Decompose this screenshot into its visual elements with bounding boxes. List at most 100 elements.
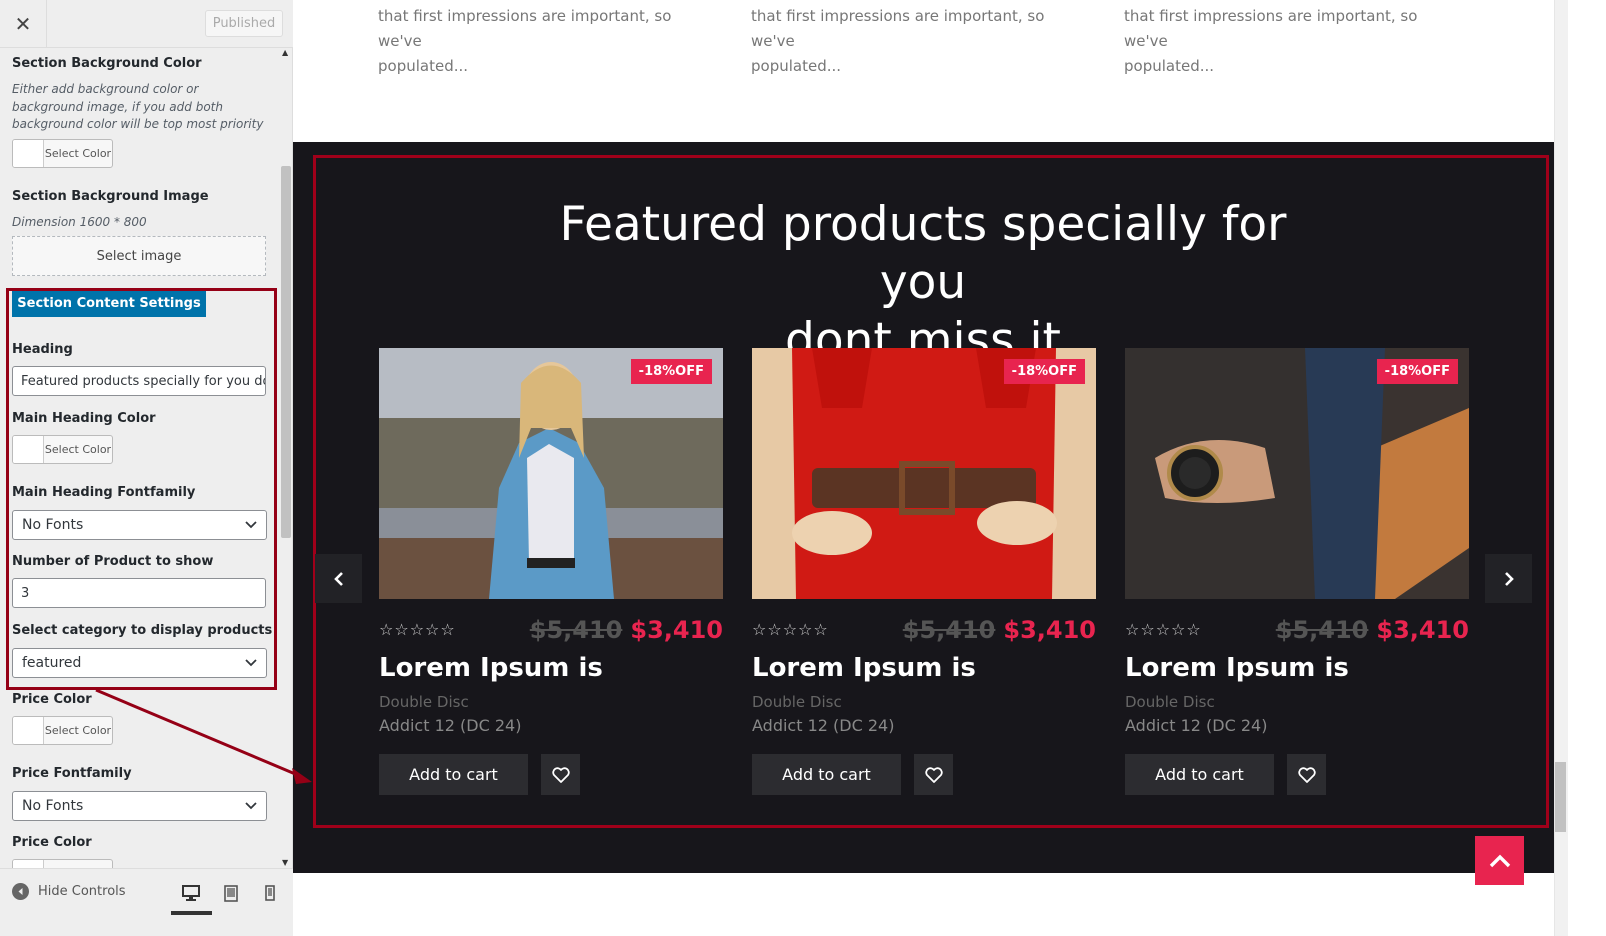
- teaser-text: that first impressions are important, so…: [1124, 7, 1418, 50]
- product-category: Double Disc: [379, 693, 469, 711]
- star-rating: ☆☆☆☆☆: [1125, 620, 1202, 639]
- carousel-prev-button[interactable]: [315, 554, 362, 603]
- chevron-down-icon: [245, 521, 257, 529]
- section-content-settings-tab[interactable]: Section Content Settings: [12, 290, 206, 317]
- select-color-label: Select Color: [44, 724, 112, 737]
- heading-input[interactable]: Featured products specially for you dont…: [12, 366, 266, 396]
- close-button[interactable]: ✕: [0, 0, 47, 48]
- heart-icon: [1297, 766, 1316, 783]
- price-color-title: Price Color: [12, 692, 92, 707]
- bg-color-picker-button[interactable]: Select Color: [12, 139, 113, 168]
- color-swatch: [13, 140, 44, 167]
- chevron-down-icon: [245, 802, 257, 810]
- sidebar-header: ✕ Published: [0, 0, 293, 48]
- product-image[interactable]: -18%OFF: [1125, 348, 1469, 599]
- wishlist-button[interactable]: [541, 754, 580, 795]
- main-heading-font-title: Main Heading Fontfamily: [12, 485, 196, 500]
- blog-teaser: that first impressions are important, so…: [751, 4, 1081, 79]
- tablet-icon[interactable]: [221, 883, 241, 903]
- mobile-icon[interactable]: [260, 883, 280, 903]
- close-icon: ✕: [14, 12, 32, 36]
- main-heading-color-picker-button[interactable]: Select Color: [12, 435, 113, 464]
- chevron-down-icon: [245, 659, 257, 667]
- main-heading-font-select[interactable]: No Fonts: [12, 510, 267, 540]
- scroll-down-arrow-icon[interactable]: ▼: [282, 858, 288, 867]
- teaser-text: populated...: [751, 57, 842, 75]
- select-value: No Fonts: [22, 517, 84, 533]
- product-title[interactable]: Lorem Ipsum is: [379, 653, 603, 683]
- chevron-up-icon: [1489, 854, 1510, 867]
- active-device-indicator: [171, 911, 212, 915]
- chevron-left-icon: [333, 571, 343, 586]
- product-image[interactable]: -18%OFF: [379, 348, 723, 599]
- category-select-title: Select category to display products: [12, 623, 273, 638]
- num-products-input[interactable]: 3: [12, 578, 266, 608]
- site-preview: that first impressions are important, so…: [293, 0, 1554, 936]
- star-rating: ☆☆☆☆☆: [379, 620, 456, 639]
- category-select[interactable]: featured: [12, 648, 267, 678]
- published-button[interactable]: Published: [205, 10, 283, 37]
- hide-controls-button[interactable]: Hide Controls: [12, 883, 126, 900]
- product-category: Double Disc: [752, 693, 842, 711]
- sale-price: $3,410: [1003, 616, 1096, 644]
- teaser-text: populated...: [378, 57, 469, 75]
- price-font-title: Price Fontfamily: [12, 766, 132, 781]
- price-color-picker-button[interactable]: Select Color: [12, 716, 113, 745]
- teaser-text: that first impressions are important, so…: [378, 7, 672, 50]
- old-price: $5,410: [902, 616, 996, 644]
- select-value: featured: [22, 655, 82, 671]
- sidebar-scrollbar-thumb[interactable]: [281, 166, 291, 538]
- product-image[interactable]: -18%OFF: [752, 348, 1096, 599]
- desktop-icon[interactable]: [181, 883, 201, 903]
- carousel-next-button[interactable]: [1485, 554, 1532, 603]
- add-to-cart-button[interactable]: Add to cart: [379, 754, 528, 795]
- select-color-label: Select Color: [44, 443, 112, 456]
- price-color-title-2: Price Color: [12, 835, 92, 850]
- bg-image-title: Section Background Image: [12, 189, 209, 204]
- teaser-text: that first impressions are important, so…: [751, 7, 1045, 50]
- collapse-arrow-icon: [12, 883, 29, 900]
- price-block: $5,410 $3,410: [903, 616, 1096, 644]
- scroll-up-arrow-icon[interactable]: ▲: [282, 48, 288, 57]
- sale-price: $3,410: [630, 616, 723, 644]
- add-to-cart-button[interactable]: Add to cart: [1125, 754, 1274, 795]
- wishlist-button[interactable]: [1287, 754, 1326, 795]
- product-title[interactable]: Lorem Ipsum is: [752, 653, 976, 683]
- product-card: -18%OFF ☆☆☆☆☆ $5,410 $3,410 Lorem Ipsum …: [1125, 348, 1469, 795]
- sidebar-controls-panel: ▲ ▼ Section Background Color Either add …: [0, 48, 293, 888]
- add-to-cart-button[interactable]: Add to cart: [752, 754, 901, 795]
- heading-field-title: Heading: [12, 342, 73, 357]
- page-edge: [1568, 0, 1606, 936]
- select-value: No Fonts: [22, 798, 84, 814]
- price-font-select[interactable]: No Fonts: [12, 791, 267, 821]
- color-swatch: [13, 717, 44, 744]
- discount-badge: -18%OFF: [1376, 359, 1458, 384]
- heart-icon: [551, 766, 570, 783]
- blog-teaser: that first impressions are important, so…: [1124, 4, 1454, 79]
- product-category: Double Disc: [1125, 693, 1215, 711]
- select-image-button[interactable]: Select image: [12, 236, 266, 276]
- product-model: Addict 12 (DC 24): [379, 716, 522, 735]
- bg-color-description: Either add background color or backgroun…: [12, 82, 264, 131]
- customizer-window: ✕ Published ▲ ▼ Section Background Color…: [0, 0, 1606, 936]
- customizer-sidebar: ✕ Published ▲ ▼ Section Background Color…: [0, 0, 293, 936]
- chevron-right-icon: [1504, 571, 1514, 586]
- product-card: -18%OFF ☆☆☆☆☆ $5,410 $3,410 Lorem Ipsum …: [379, 348, 723, 795]
- price-block: $5,410 $3,410: [1276, 616, 1469, 644]
- old-price: $5,410: [529, 616, 623, 644]
- old-price: $5,410: [1275, 616, 1369, 644]
- teaser-text: populated...: [1124, 57, 1215, 75]
- hide-controls-label: Hide Controls: [38, 884, 126, 899]
- bg-image-description: Dimension 1600 * 800: [12, 215, 147, 229]
- product-model: Addict 12 (DC 24): [1125, 716, 1268, 735]
- bg-color-title: Section Background Color: [12, 56, 202, 71]
- wishlist-button[interactable]: [914, 754, 953, 795]
- sidebar-footer: Hide Controls: [0, 868, 293, 936]
- select-color-label: Select Color: [44, 147, 112, 160]
- preview-scrollbar-thumb[interactable]: [1555, 762, 1566, 832]
- product-title[interactable]: Lorem Ipsum is: [1125, 653, 1349, 683]
- featured-products-section: Featured products specially for you dont…: [293, 142, 1554, 873]
- num-products-title: Number of Product to show: [12, 554, 214, 569]
- back-to-top-button[interactable]: [1475, 836, 1524, 885]
- section-heading: Featured products specially for you dont…: [513, 196, 1333, 370]
